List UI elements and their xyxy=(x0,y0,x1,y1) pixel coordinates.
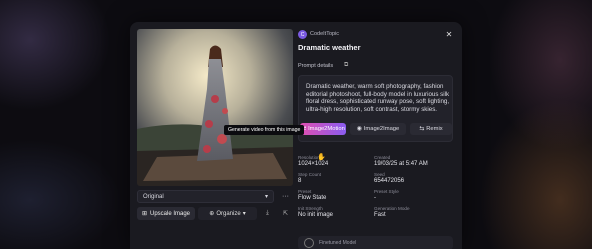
folder-icon: ⊕ xyxy=(209,211,215,217)
image2motion-label: Image2Motion xyxy=(308,126,345,132)
meta-value: 19/03/25 at 5:47 AM xyxy=(374,161,428,167)
upscale-icon: ⊞ xyxy=(141,211,147,217)
meta-preset-style: Preset Style - xyxy=(374,189,450,202)
page-title: Dramatic weather xyxy=(298,43,361,52)
chevron-down-icon: ▾ xyxy=(242,211,246,217)
meta-value: - xyxy=(374,195,376,201)
author-name[interactable]: CodeItTopic xyxy=(310,31,339,37)
generated-image[interactable] xyxy=(137,29,293,186)
avatar[interactable]: C xyxy=(298,30,307,39)
meta-resolution: Resolution 1024×1024 xyxy=(298,155,374,168)
meta-init-strength: Init Strength No init image xyxy=(298,206,374,219)
meta-value: Flow State xyxy=(298,195,327,201)
hand-cursor-icon: ✋ xyxy=(317,154,326,161)
finetuned-model-card[interactable]: Finetuned Model xyxy=(298,236,453,249)
meta-value: 8 xyxy=(298,178,302,184)
meta-value: Fast xyxy=(374,212,386,218)
image-detail-modal: Original ▾ ··· ⊞ Upscale Image ⊕ Organiz… xyxy=(130,22,462,249)
meta-value: 1024×1024 xyxy=(298,161,329,167)
finetuned-model-label: Finetuned Model xyxy=(319,240,357,246)
image2motion-button[interactable]: ⇄ Image2Motion xyxy=(300,123,346,135)
organize-label: Organize xyxy=(216,210,241,217)
more-options-button[interactable]: ··· xyxy=(279,190,292,203)
chevron-down-icon: ▾ xyxy=(264,194,268,200)
version-select[interactable]: Original ▾ xyxy=(137,190,274,203)
download-icon[interactable]: ⤓ xyxy=(260,207,275,220)
meta-value: No init image xyxy=(298,212,334,218)
prompt-details-label: Prompt details xyxy=(298,63,334,69)
remix-icon: ⇆ xyxy=(419,126,425,132)
remix-label: Remix xyxy=(426,126,443,132)
image2image-button[interactable]: ◉ Image2Image xyxy=(350,123,406,135)
generation-tools: ⇄ Image2Motion ◉ Image2Image ⇆ Remix xyxy=(300,123,452,136)
meta-created: Created 19/03/25 at 5:47 AM xyxy=(374,155,450,168)
details-panel: C CodeItTopic Dramatic weather ✕ Prompt … xyxy=(298,22,462,249)
tooltip: Generate video from this image xyxy=(224,125,305,135)
model-icon xyxy=(304,238,314,248)
upscale-label: Upscale Image xyxy=(150,210,191,217)
prompt-text: Dramatic weather, warm soft photography,… xyxy=(306,83,450,113)
meta-seed: Seed 654472056 xyxy=(374,172,450,185)
meta-preset: Preset Flow State xyxy=(298,189,374,202)
upscale-button[interactable]: ⊞ Upscale Image xyxy=(137,207,195,220)
remix-button[interactable]: ⇆ Remix xyxy=(410,123,452,135)
generation-metadata: Resolution 1024×1024 Created 19/03/25 at… xyxy=(298,155,453,219)
meta-step-count: Step Count 8 xyxy=(298,172,374,185)
share-icon[interactable]: ⇱ xyxy=(278,207,293,220)
meta-value: 654472056 xyxy=(374,178,405,184)
copy-icon[interactable]: ⧉ xyxy=(344,62,348,69)
close-icon[interactable]: ✕ xyxy=(444,29,454,39)
image-actions: ⊞ Upscale Image ⊕ Organize ▾ ⤓ ⇱ xyxy=(137,207,293,220)
eye-icon: ◉ xyxy=(356,126,362,132)
organize-button[interactable]: ⊕ Organize ▾ xyxy=(198,207,257,220)
version-select-value: Original xyxy=(143,193,164,200)
image2image-label: Image2Image xyxy=(363,126,400,132)
meta-generation-mode: Generation Mode Fast xyxy=(374,206,450,219)
